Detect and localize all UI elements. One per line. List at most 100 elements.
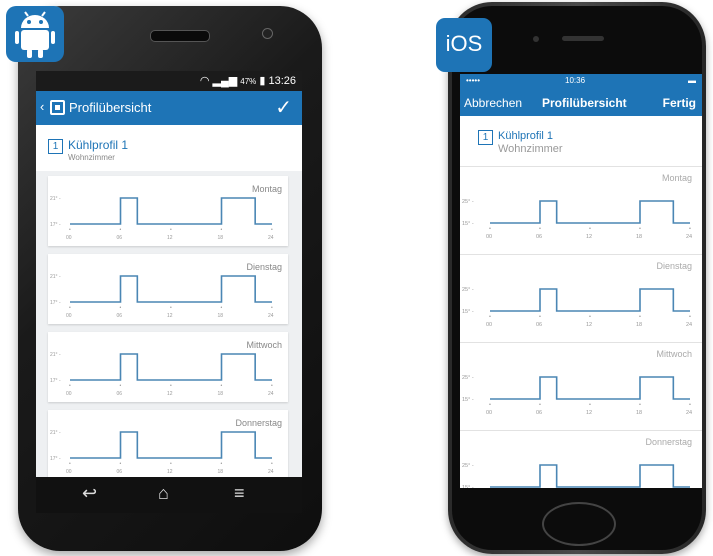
y-tick-low: 17° - (50, 456, 61, 462)
y-tick-high: 21° - (50, 430, 61, 436)
android-status-bar: ◠ ▂▄▆ 47% ▮ 13:26 (36, 71, 302, 91)
x-tick-label: 12 (586, 234, 592, 240)
x-tick-mark: • (120, 383, 122, 389)
battery-icon: ▬ (688, 76, 696, 85)
x-tick-mark: • (639, 402, 641, 408)
y-tick-high: 21° - (50, 352, 61, 358)
x-tick-label: 18 (636, 322, 642, 328)
x-tick-mark: • (120, 461, 122, 467)
profile-name: Kühlprofil 1 (68, 138, 129, 152)
x-tick-label: 24 (686, 322, 692, 328)
back-icon[interactable]: ↩ (82, 483, 97, 504)
x-tick-label: 12 (167, 469, 173, 475)
ios-status-bar: ••••• 10:36 ▬ (460, 74, 702, 88)
x-tick-mark: • (69, 461, 71, 467)
schedule-line (70, 275, 272, 303)
x-tick-mark: • (589, 314, 591, 320)
x-tick-label: 12 (167, 235, 173, 241)
x-tick-mark: • (271, 305, 273, 311)
x-tick-label: 24 (686, 234, 692, 240)
x-tick-label: 18 (218, 469, 224, 475)
day-row[interactable]: Dienstag 25° -15° - • 00 • 06 • 12 • 18 • 24 (460, 254, 702, 343)
status-time: 10:36 (565, 76, 586, 85)
wifi-icon: ◠ (199, 75, 210, 87)
x-tick-label: 00 (66, 313, 72, 319)
day-row[interactable]: Mittwoch 25° -15° - • 00 • 06 • 12 • 18 • 24 (460, 342, 702, 431)
x-tick-label: 24 (268, 235, 274, 241)
profile-header: 1 Kühlprofil 1 Wohnzimmer (36, 125, 302, 171)
y-tick-low: 17° - (50, 300, 61, 306)
x-tick-mark: • (170, 227, 172, 233)
day-card[interactable]: Donnerstag 21° -17° - • 00 • 06 • 12 • 18 • 24 (48, 410, 288, 480)
profile-header: 1 Kühlprofil 1 Wohnzimmer (460, 116, 702, 162)
day-row[interactable]: Donnerstag25° -15° -•00•06•12•18•24 (460, 430, 702, 488)
cancel-button[interactable]: Abbrechen (464, 96, 522, 110)
y-tick-high: 25° - (462, 287, 474, 293)
x-tick-label: 06 (117, 235, 123, 241)
confirm-check-icon[interactable]: ✓ (275, 95, 292, 120)
x-tick-mark: • (170, 383, 172, 389)
schedule-line (70, 197, 272, 225)
ios-badge: iOS (436, 18, 492, 72)
x-tick-mark: • (489, 402, 491, 408)
x-tick-label: 00 (66, 235, 72, 241)
room-name: Wohnzimmer (498, 143, 563, 155)
day-card[interactable]: Mittwoch 21° -17° - • 00 • 06 • 12 • 18 • 24 (48, 332, 288, 402)
schedule-chart: 21° - 17° - • 00 • 06 • 12 • 18 • 24 (50, 430, 274, 475)
android-camera (262, 28, 273, 39)
schedule-chart: 21° - 17° - • 00 • 06 • 12 • 18 • 24 (50, 274, 274, 319)
x-tick-mark: • (221, 305, 223, 311)
day-card[interactable]: Montag 21° -17° - • 00 • 06 • 12 • 18 • 24 (48, 176, 288, 246)
schedule-line (70, 431, 272, 459)
schedule-chart: 21° - 17° - • 00 • 06 • 12 • 18 • 24 (50, 352, 274, 397)
home-icon[interactable]: ⌂ (158, 483, 169, 504)
day-card[interactable]: Dienstag 21° -17° - • 00 • 06 • 12 • 18 • 24 (48, 254, 288, 324)
y-tick-high: 21° - (50, 196, 61, 202)
x-tick-mark: • (271, 461, 273, 467)
x-tick-mark: • (539, 402, 541, 408)
x-tick-label: 06 (117, 391, 123, 397)
done-button[interactable]: Fertig (663, 96, 696, 110)
x-tick-mark: • (689, 314, 691, 320)
schedule-chart: 25° -15° -•00•06•12•18•24 (462, 287, 692, 328)
carrier-signal: ••••• (466, 76, 481, 85)
y-tick-low: 17° - (50, 222, 61, 228)
x-tick-mark: • (539, 226, 541, 232)
y-tick-low: 15° - (462, 221, 474, 227)
x-tick-label: 18 (218, 235, 224, 241)
x-tick-mark: • (221, 383, 223, 389)
x-tick-label: 24 (268, 313, 274, 319)
day-row[interactable]: Montag 25° -15° - • 00 • 06 • 12 • 18 • 24 (460, 166, 702, 255)
x-tick-mark: • (120, 305, 122, 311)
schedule-line (490, 376, 690, 400)
x-tick-mark: • (271, 383, 273, 389)
x-tick-label: 18 (218, 313, 224, 319)
schedule-chart: 25° -15° -•00•06•12•18•24 (462, 463, 690, 488)
home-button[interactable] (542, 502, 616, 546)
x-tick-mark: • (69, 305, 71, 311)
menu-icon[interactable]: ≡ (234, 483, 245, 504)
x-tick-label: 00 (66, 391, 72, 397)
x-tick-mark: • (589, 226, 591, 232)
room-name: Wohnzimmer (68, 153, 115, 162)
back-arrow-icon[interactable]: ‹ (40, 99, 44, 114)
x-tick-mark: • (539, 314, 541, 320)
x-tick-label: 18 (636, 410, 642, 416)
x-tick-mark: • (221, 227, 223, 233)
iphone-camera (533, 36, 539, 42)
x-tick-label: 12 (586, 322, 592, 328)
battery-icon: ▮ (259, 75, 266, 87)
x-tick-mark: • (639, 314, 641, 320)
y-tick-high: 25° - (462, 463, 474, 469)
schedule-chart: 21° - 17° - • 00 • 06 • 12 • 18 • 24 (50, 196, 274, 241)
x-tick-mark: • (170, 305, 172, 311)
android-badge (6, 6, 64, 62)
x-tick-label: 18 (218, 391, 224, 397)
schedule-chart: 25° -15° -•00•06•12•18•24 (462, 375, 692, 416)
schedule-line (70, 353, 272, 381)
profile-number: 1 (478, 130, 493, 145)
x-tick-label: 18 (636, 234, 642, 240)
profile-square-icon (50, 100, 65, 115)
schedule-line (490, 200, 690, 224)
x-tick-mark: • (170, 461, 172, 467)
